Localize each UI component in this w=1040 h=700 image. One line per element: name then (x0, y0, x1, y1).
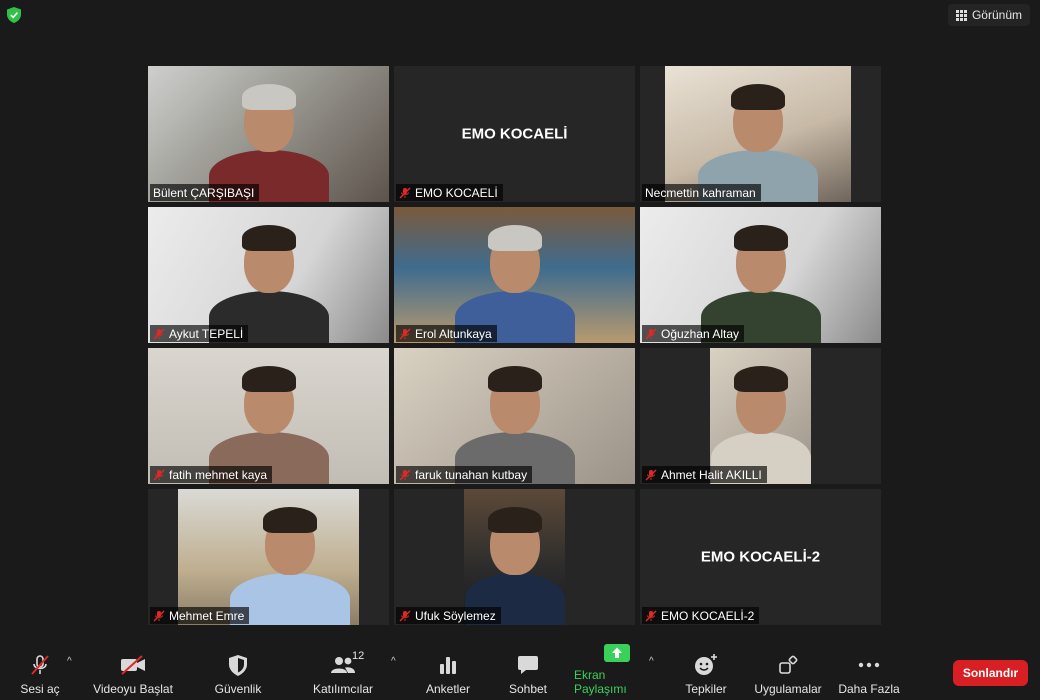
participants-options-chevron-icon[interactable]: ^ (391, 656, 396, 667)
share-screen-label: Ekran Paylaşımı (574, 668, 627, 696)
reactions-label: Tepkiler (685, 682, 727, 696)
muted-mic-icon (399, 469, 411, 480)
participant-name: Mehmet Emre (169, 608, 245, 623)
unmute-label: Sesi aç (20, 682, 60, 696)
participants-label: Katılımcılar (312, 682, 373, 696)
video-off-icon (121, 655, 145, 675)
participant-video (394, 348, 635, 484)
participant-tile[interactable]: EMO KOCAELİ-2 EMO KOCAELİ-2 (640, 489, 881, 625)
participant-name-tag: Ufuk Söylemez (396, 607, 501, 624)
participant-name: EMO KOCAELİ-2 (661, 608, 755, 623)
participant-name-tag: Erol Altunkaya (396, 325, 497, 342)
unmute-button[interactable]: Sesi aç (20, 652, 60, 696)
muted-mic-icon (399, 328, 411, 339)
participant-tile[interactable]: Aykut TEPELİ (148, 207, 389, 343)
participant-name-tag: EMO KOCAELİ-2 (642, 607, 760, 624)
participant-title: EMO KOCAELİ-2 (700, 548, 821, 566)
polls-icon (440, 657, 456, 674)
participant-name: Bülent ÇARŞIBAŞI (153, 185, 255, 200)
participant-video (148, 348, 389, 484)
reactions-button[interactable]: Tepkiler (683, 652, 729, 696)
security-shield-icon (7, 7, 21, 23)
participants-count: 12 (352, 650, 365, 662)
share-screen-icon (604, 644, 630, 662)
share-options-chevron-icon[interactable]: ^ (649, 656, 654, 667)
apps-label: Uygulamalar (754, 682, 822, 696)
apps-icon (779, 655, 798, 674)
participant-name-tag: Necmettin kahraman (642, 184, 761, 201)
muted-mic-icon (153, 610, 165, 621)
start-video-label: Videoyu Başlat (93, 682, 173, 696)
participant-tile[interactable]: Ahmet Halit AKILLI (640, 348, 881, 484)
security-button[interactable]: Güvenlik (213, 652, 263, 696)
muted-mic-icon (31, 655, 49, 675)
share-screen-button[interactable]: Ekran Paylaşımı (574, 644, 660, 696)
participant-video (148, 66, 389, 202)
polls-button[interactable]: Anketler (424, 652, 472, 696)
participant-name: Erol Altunkaya (415, 326, 492, 341)
participant-name-tag: EMO KOCAELİ (396, 184, 503, 201)
participant-video (665, 66, 851, 202)
participant-name: EMO KOCAELİ (415, 185, 498, 200)
participants-button[interactable]: 12 Katılımcılar (310, 650, 376, 696)
muted-mic-icon (153, 328, 165, 339)
muted-mic-icon (153, 469, 165, 480)
participant-name: Aykut TEPELİ (169, 326, 244, 341)
video-gallery: Bülent ÇARŞIBAŞI EMO KOCAELİ EMO KOCAELİ… (148, 66, 881, 625)
participant-name: Oğuzhan Altay (661, 326, 740, 341)
polls-label: Anketler (425, 682, 471, 696)
participant-name-tag: fatih mehmet kaya (150, 466, 273, 483)
participant-video (640, 207, 881, 343)
muted-mic-icon (399, 610, 411, 621)
more-dots-icon (858, 662, 880, 668)
participant-video (710, 348, 811, 484)
view-button[interactable]: Görünüm (947, 4, 1030, 26)
participant-video (148, 207, 389, 343)
participant-name-tag: Aykut TEPELİ (150, 325, 249, 342)
participant-video (464, 489, 565, 625)
reactions-emoji-icon (695, 654, 717, 675)
participant-tile[interactable]: faruk tunahan kutbay (394, 348, 635, 484)
participant-name: faruk tunahan kutbay (415, 467, 528, 482)
participant-tile[interactable]: Ufuk Söylemez (394, 489, 635, 625)
chat-button[interactable]: Sohbet (506, 652, 550, 696)
participant-tile[interactable]: Bülent ÇARŞIBAŞI (148, 66, 389, 202)
participant-name-tag: Oğuzhan Altay (642, 325, 745, 342)
participant-name: Ufuk Söylemez (415, 608, 496, 623)
participant-tile[interactable]: fatih mehmet kaya (148, 348, 389, 484)
muted-mic-icon (645, 610, 657, 621)
grid-view-icon (955, 9, 967, 21)
participant-name-tag: faruk tunahan kutbay (396, 466, 533, 483)
participant-name-tag: Bülent ÇARŞIBAŞI (150, 184, 260, 201)
participant-video (394, 207, 635, 343)
participant-name-tag: Ahmet Halit AKILLI (642, 466, 767, 483)
participant-name: Ahmet Halit AKILLI (661, 467, 762, 482)
apps-button[interactable]: Uygulamalar (752, 652, 824, 696)
participant-tile[interactable]: Erol Altunkaya (394, 207, 635, 343)
security-label: Güvenlik (214, 682, 262, 696)
participant-tile[interactable]: Necmettin kahraman (640, 66, 881, 202)
muted-mic-icon (645, 469, 657, 480)
start-video-button[interactable]: Videoyu Başlat (92, 652, 174, 696)
end-meeting-button[interactable]: Sonlandır (953, 660, 1028, 686)
participant-tile[interactable]: EMO KOCAELİ EMO KOCAELİ (394, 66, 635, 202)
audio-options-chevron-icon[interactable]: ^ (67, 656, 72, 667)
participant-tile[interactable]: Mehmet Emre (148, 489, 389, 625)
chat-icon (518, 656, 538, 674)
chat-label: Sohbet (508, 682, 548, 696)
participant-tile[interactable]: Oğuzhan Altay (640, 207, 881, 343)
shield-icon (229, 654, 247, 676)
muted-mic-icon (399, 187, 411, 198)
meeting-toolbar: Sesi aç ^ Videoyu Başlat Güvenlik 12 Kat… (0, 644, 1040, 700)
view-button-label: Görünüm (971, 8, 1022, 22)
participant-name: fatih mehmet kaya (169, 467, 268, 482)
participant-name-tag: Mehmet Emre (150, 607, 250, 624)
participant-video (178, 489, 359, 625)
more-label: Daha Fazla (838, 682, 900, 696)
more-button[interactable]: Daha Fazla (838, 652, 900, 696)
participant-name: Necmettin kahraman (645, 185, 756, 200)
muted-mic-icon (645, 328, 657, 339)
participant-title: EMO KOCAELİ (461, 125, 568, 143)
